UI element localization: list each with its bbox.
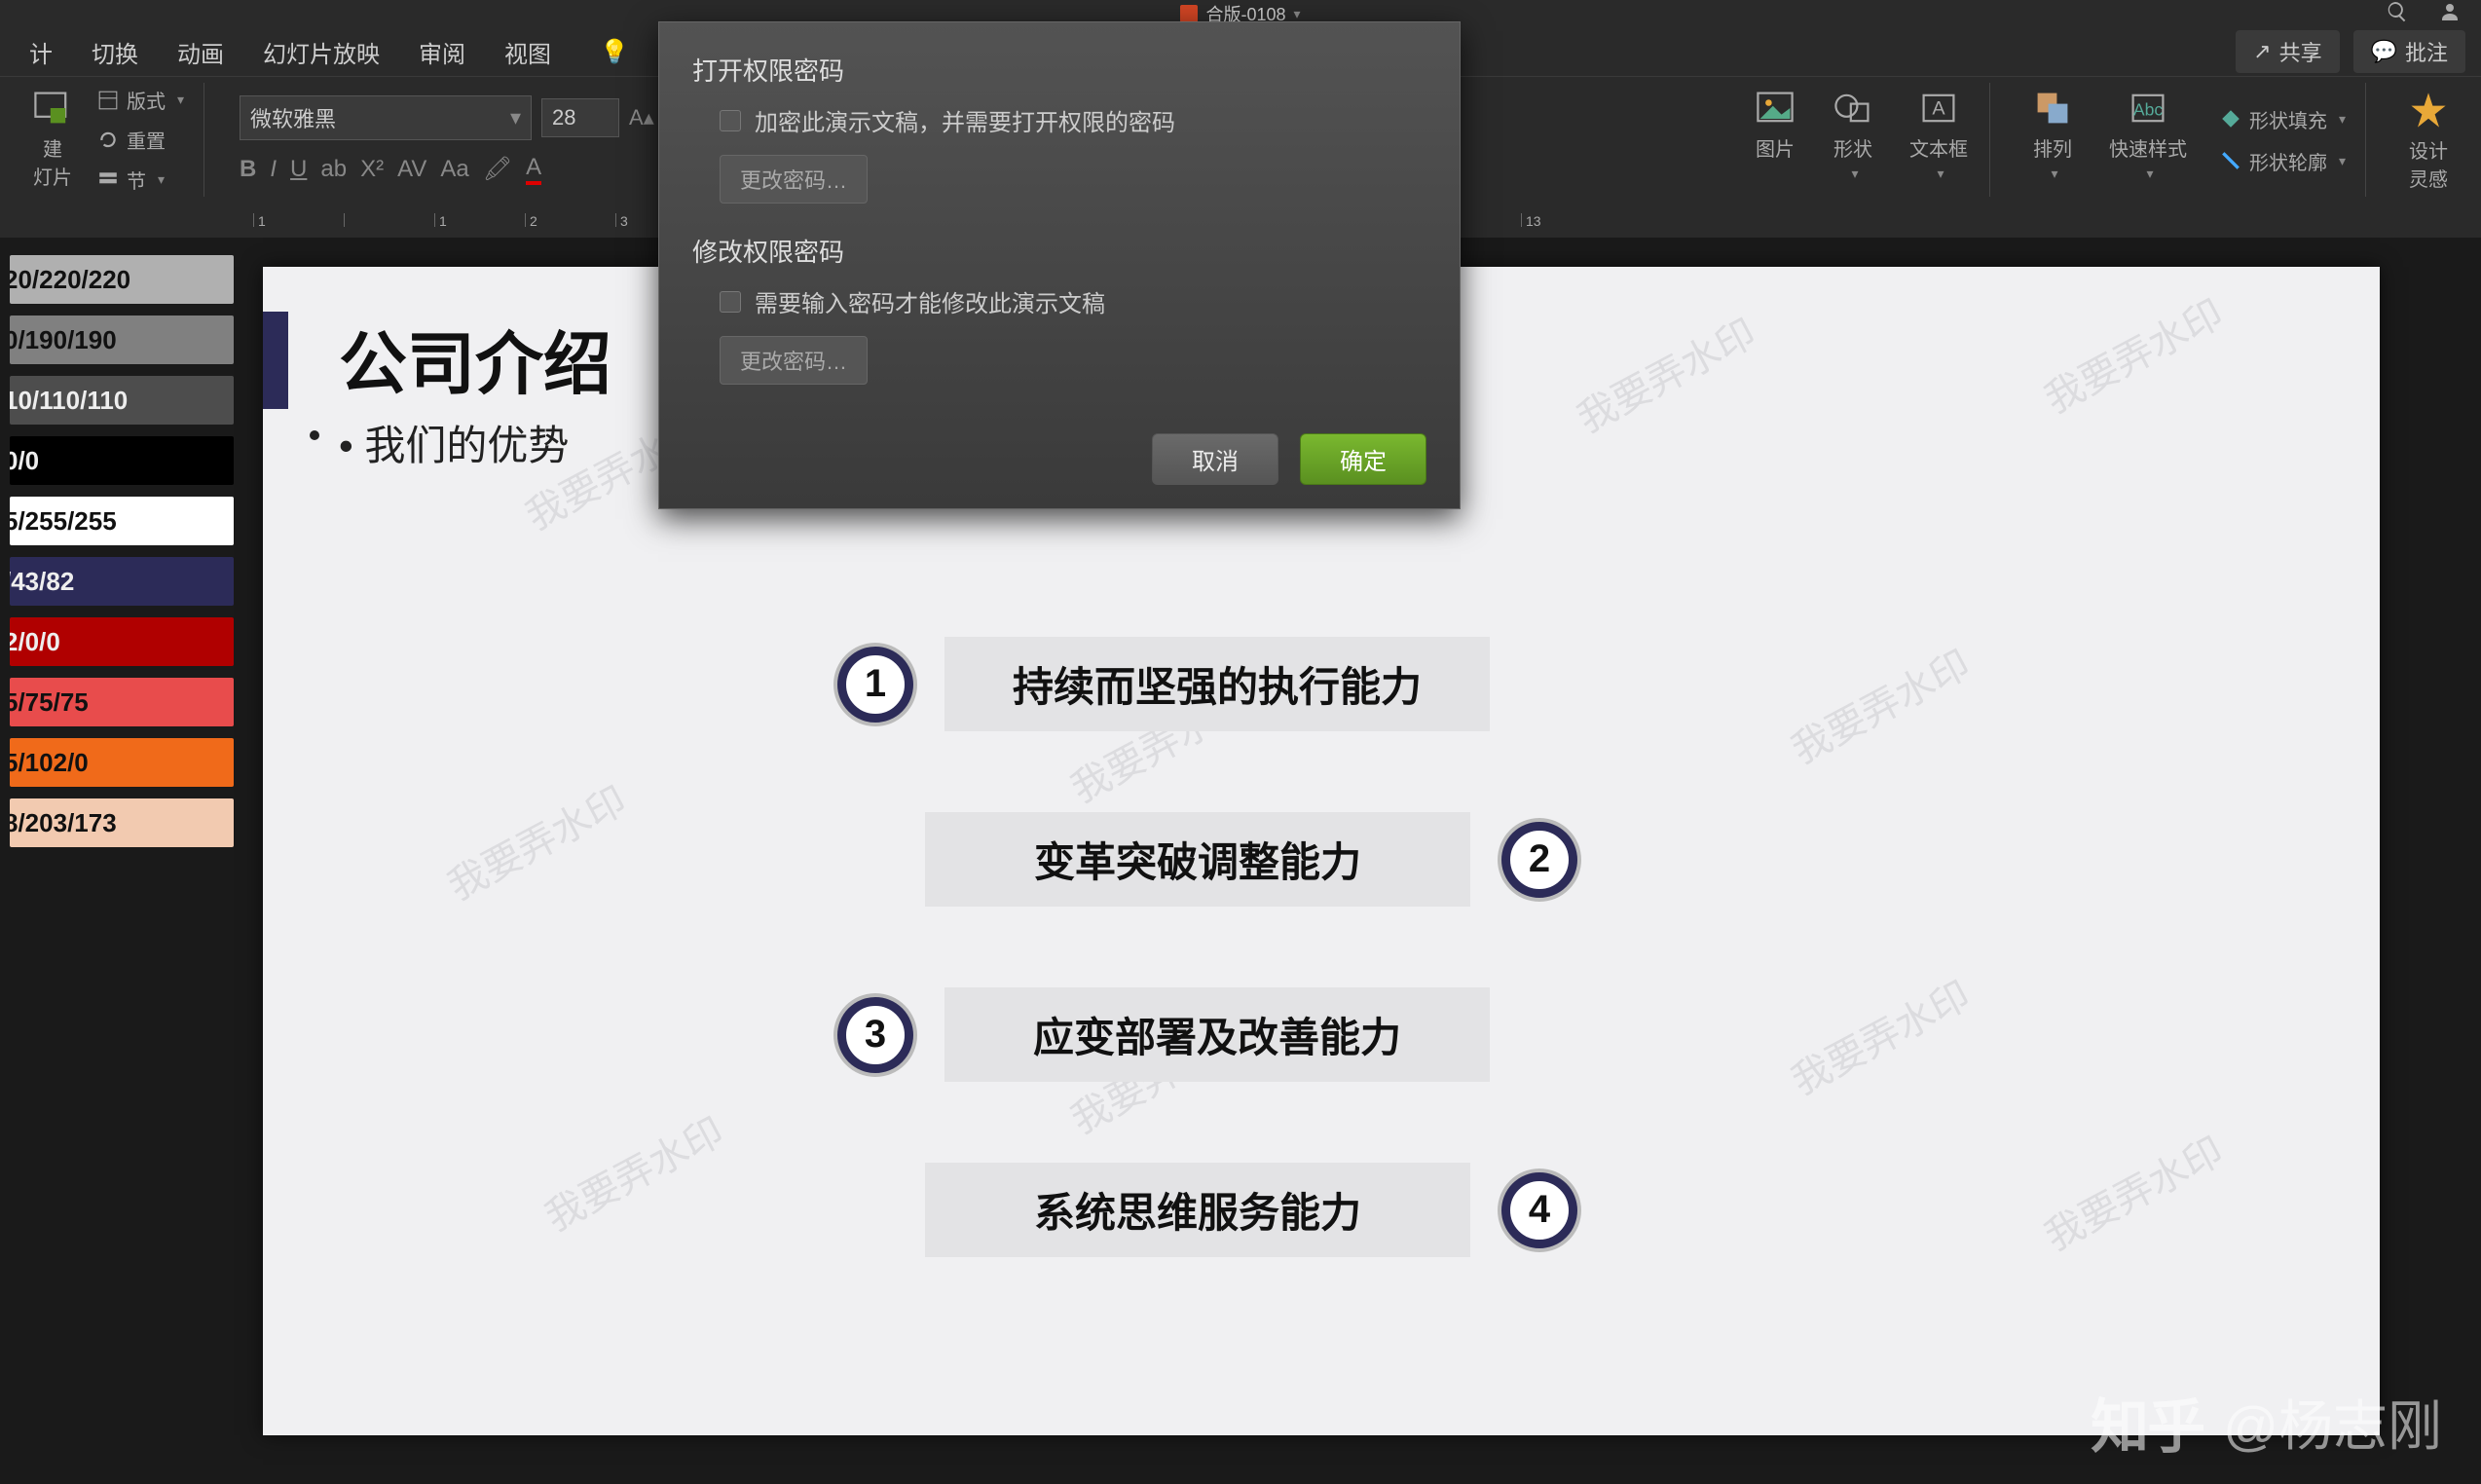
textbox-button[interactable]: A文本框 <box>1904 83 1974 197</box>
comment-icon: 💬 <box>2371 39 2397 64</box>
zhihu-author: @杨志刚 <box>2223 1383 2442 1462</box>
underline-button[interactable]: U <box>290 156 307 183</box>
capability-text-1: 持续而坚强的执行能力 <box>944 637 1490 731</box>
swatch-2[interactable]: 10/110/110 <box>10 376 234 425</box>
new-slide-button[interactable]: 建 灯片 <box>25 83 80 197</box>
change-modify-password-button[interactable]: 更改密码… <box>720 336 868 385</box>
capability-row-2[interactable]: 变革突破调整能力 2 <box>925 812 1577 907</box>
superscript-button[interactable]: X² <box>360 156 384 183</box>
arrange-button[interactable]: 排列 <box>2025 83 2080 197</box>
modify-label: 需要输入密码才能修改此演示文稿 <box>755 284 1105 318</box>
share-button[interactable]: ↗共享 <box>2236 30 2339 73</box>
spacing-button[interactable]: AV <box>397 156 426 183</box>
watermark: 我要弄水印 <box>534 1100 732 1242</box>
font-color-button[interactable]: A <box>526 154 541 185</box>
italic-button[interactable]: I <box>270 156 277 183</box>
increase-font-icon[interactable]: A▴ <box>629 105 654 130</box>
bold-button[interactable]: B <box>240 156 256 183</box>
capability-num-1: 1 <box>837 647 913 723</box>
tab-transitions[interactable]: 切换 <box>72 27 158 77</box>
shapes-button[interactable]: 形状 <box>1826 83 1880 197</box>
highlight-button[interactable]: 🖍 <box>483 155 512 183</box>
encrypt-checkbox[interactable] <box>720 110 741 131</box>
comments-button[interactable]: 💬批注 <box>2353 30 2465 73</box>
quick-styles-button[interactable]: Abc快速样式 <box>2103 83 2193 197</box>
user-icon[interactable] <box>2438 0 2462 28</box>
capability-num-3: 3 <box>837 997 913 1073</box>
swatch-4[interactable]: 5/255/255 <box>10 497 234 545</box>
font-family-select[interactable]: 微软雅黑▾ <box>240 95 532 140</box>
tell-me-icon[interactable]: 💡 <box>580 30 648 74</box>
password-dialog: 打开权限密码 加密此演示文稿，并需要打开权限的密码 更改密码… 修改权限密码 需… <box>658 21 1461 509</box>
capability-num-2: 2 <box>1501 822 1577 898</box>
ok-button[interactable]: 确定 <box>1300 433 1426 485</box>
swatch-3[interactable]: 0/0 <box>10 436 234 485</box>
watermark: 我要弄水印 <box>1566 302 1764 443</box>
swatch-0[interactable]: 20/220/220 <box>10 255 234 304</box>
zhihu-watermark: 知乎 @杨志刚 <box>2091 1380 2442 1465</box>
capability-row-4[interactable]: 系统思维服务能力 4 <box>925 1163 1577 1257</box>
modify-checkbox-row[interactable]: 需要输入密码才能修改此演示文稿 <box>720 284 1426 318</box>
watermark: 我要弄水印 <box>2033 282 2232 424</box>
design-ideas-button[interactable]: 设计 灵感 <box>2401 85 2456 196</box>
title-accent-bar <box>263 312 288 409</box>
tab-design[interactable]: 计 <box>10 27 72 77</box>
encrypt-checkbox-row[interactable]: 加密此演示文稿，并需要打开权限的密码 <box>720 103 1426 137</box>
tab-animations[interactable]: 动画 <box>158 27 243 77</box>
search-icon[interactable] <box>2386 0 2409 28</box>
tab-review[interactable]: 审阅 <box>399 27 485 77</box>
tab-slideshow[interactable]: 幻灯片放映 <box>243 27 399 77</box>
watermark: 我要弄水印 <box>436 769 635 910</box>
change-case-button[interactable]: Aa <box>440 156 468 183</box>
watermark: 我要弄水印 <box>1780 633 1979 774</box>
share-icon: ↗ <box>2253 39 2271 64</box>
swatch-9[interactable]: 8/203/173 <box>10 798 234 847</box>
bullet-icon <box>310 430 319 440</box>
capability-text-2: 变革突破调整能力 <box>925 812 1470 907</box>
modify-password-title: 修改权限密码 <box>692 233 1426 269</box>
slide-subtitle[interactable]: • 我们的优势 <box>339 413 569 472</box>
shape-fill-button[interactable]: 形状填充 <box>2216 103 2350 135</box>
capability-row-1[interactable]: 1 持续而坚强的执行能力 <box>837 637 1490 731</box>
encrypt-label: 加密此演示文稿，并需要打开权限的密码 <box>755 103 1175 137</box>
swatch-7[interactable]: 5/75/75 <box>10 678 234 726</box>
title-bar-actions <box>2386 0 2462 28</box>
capability-text-3: 应变部署及改善能力 <box>944 987 1490 1082</box>
cancel-button[interactable]: 取消 <box>1152 433 1278 485</box>
capability-text-4: 系统思维服务能力 <box>925 1163 1470 1257</box>
capability-num-4: 4 <box>1501 1172 1577 1248</box>
open-password-title: 打开权限密码 <box>692 52 1426 88</box>
strikethrough-button[interactable]: ab <box>320 156 347 183</box>
modify-checkbox[interactable] <box>720 291 741 313</box>
watermark: 我要弄水印 <box>2033 1120 2232 1261</box>
change-open-password-button[interactable]: 更改密码… <box>720 155 868 204</box>
swatch-5[interactable]: /43/82 <box>10 557 234 606</box>
watermark: 我要弄水印 <box>1780 964 1979 1105</box>
tab-view[interactable]: 视图 <box>485 27 571 77</box>
layout-button[interactable]: 版式 <box>93 84 188 116</box>
svg-text:Abc: Abc <box>2133 100 2164 120</box>
dropdown-caret-icon[interactable]: ▾ <box>1294 6 1301 22</box>
shape-outline-button[interactable]: 形状轮廓 <box>2216 145 2350 177</box>
swatch-8[interactable]: 5/102/0 <box>10 738 234 787</box>
powerpoint-icon <box>1180 5 1198 22</box>
swatch-1[interactable]: 0/190/190 <box>10 315 234 364</box>
zhihu-logo: 知乎 <box>2091 1380 2203 1465</box>
picture-button[interactable]: 图片 <box>1748 83 1802 197</box>
swatch-6[interactable]: 2/0/0 <box>10 617 234 666</box>
section-button[interactable]: 节 <box>93 164 188 196</box>
capability-row-3[interactable]: 3 应变部署及改善能力 <box>837 987 1490 1082</box>
svg-text:A: A <box>1932 98 1945 120</box>
font-size-select[interactable]: 28 <box>541 98 619 137</box>
reset-button[interactable]: 重置 <box>93 124 188 156</box>
slide-title[interactable]: 公司介绍 <box>339 310 611 408</box>
color-palette-sidebar: 20/220/220 0/190/190 10/110/110 0/0 5/25… <box>0 238 243 1484</box>
